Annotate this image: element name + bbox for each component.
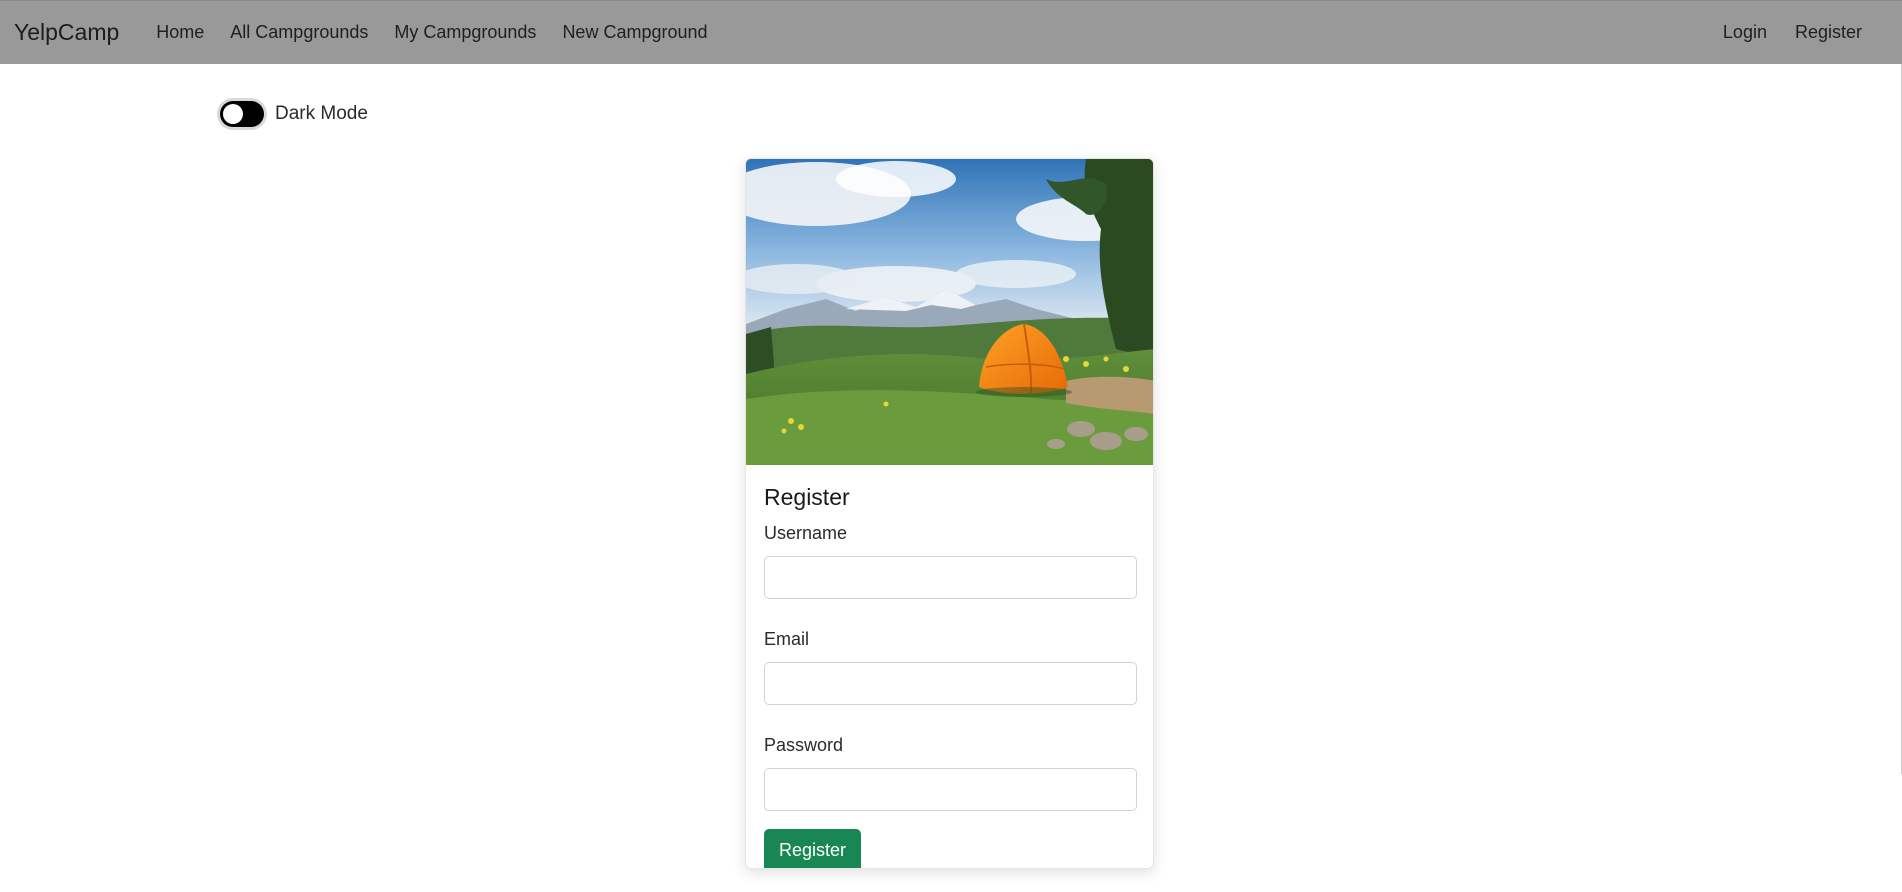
register-card-body: Register Username Email Password Registe…: [746, 465, 1153, 868]
username-field[interactable]: [764, 556, 1137, 599]
password-label: Password: [764, 735, 844, 755]
nav-link-login[interactable]: Login: [1709, 22, 1781, 43]
register-card: Register Username Email Password Registe…: [745, 158, 1154, 869]
navbar: YelpCamp Home All Campgrounds My Campgro…: [0, 0, 1902, 64]
camping-scene-illustration: [746, 159, 1153, 465]
password-field[interactable]: [764, 768, 1137, 811]
email-field[interactable]: [764, 662, 1137, 705]
nav-link-register[interactable]: Register: [1781, 22, 1876, 43]
camping-tent-photo: [746, 159, 1153, 465]
nav-links: Home All Campgrounds My Campgrounds New …: [143, 22, 720, 43]
brand-logo[interactable]: YelpCamp: [14, 19, 119, 46]
register-card-title: Register: [764, 484, 850, 510]
register-submit-button[interactable]: Register: [764, 829, 862, 868]
dark-mode-toggle-row: Dark Mode: [217, 98, 368, 130]
dark-mode-switch-knob: [223, 104, 243, 124]
nav-link-new-campground[interactable]: New Campground: [549, 22, 720, 43]
dark-mode-switch-track: [220, 101, 264, 127]
username-label: Username: [764, 523, 848, 543]
email-label: Email: [764, 629, 810, 649]
nav-link-home[interactable]: Home: [143, 22, 217, 43]
dark-mode-label[interactable]: Dark Mode: [275, 103, 368, 125]
nav-auth-links: Login Register: [1709, 22, 1888, 43]
dark-mode-switch[interactable]: [217, 98, 267, 130]
nav-link-my-campgrounds[interactable]: My Campgrounds: [381, 22, 549, 43]
nav-link-all-campgrounds[interactable]: All Campgrounds: [217, 22, 381, 43]
